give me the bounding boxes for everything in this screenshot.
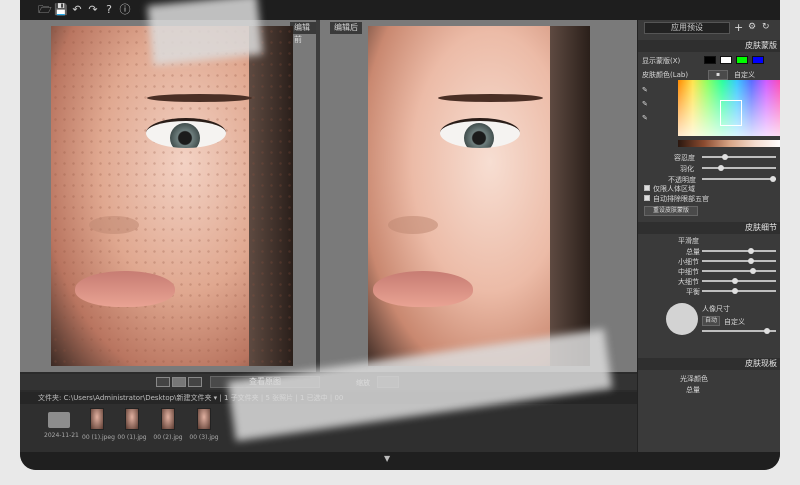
- overall-slider[interactable]: [702, 248, 776, 254]
- thumbnail-item[interactable]: 00 (3).jpg: [189, 408, 219, 448]
- opacity-slider[interactable]: [702, 176, 776, 182]
- eyedropper-icon[interactable]: ✎: [642, 86, 648, 94]
- skin-mask-header[interactable]: 皮肤蒙版: [638, 40, 780, 52]
- large-detail-slider[interactable]: [702, 278, 776, 284]
- body-only-checkbox[interactable]: [644, 185, 650, 191]
- toolbar: 🗁 💾 ↶ ↷ ? ⓘ: [20, 0, 780, 20]
- overall-label: 总量: [686, 248, 700, 256]
- hue-strip[interactable]: [678, 140, 780, 147]
- eyedropper-add-icon[interactable]: ✎: [642, 100, 648, 108]
- skin-tone-header[interactable]: 皮肤现板: [638, 358, 780, 370]
- portrait-size-indicator: [666, 303, 698, 335]
- smoothness-label: 平滑度: [678, 237, 699, 245]
- bottom-strip: ▼: [20, 452, 780, 470]
- thumbnail-label: 2024-11-21: [44, 432, 79, 439]
- help-icon[interactable]: ?: [102, 3, 116, 17]
- split-view-button[interactable]: [172, 377, 186, 387]
- feather-slider[interactable]: [702, 165, 776, 171]
- thumbnail-label: 00 (1).jpeg: [82, 434, 115, 441]
- picker-selection[interactable]: [720, 100, 742, 126]
- portrait-size-label: 人像尺寸: [702, 305, 730, 313]
- exclude-features-checkbox[interactable]: [644, 195, 650, 201]
- color-picker[interactable]: [678, 80, 780, 136]
- after-caption: 编辑后: [330, 22, 362, 34]
- open-icon[interactable]: 🗁: [38, 3, 52, 17]
- undo-icon[interactable]: ↶: [70, 3, 84, 17]
- small-detail-label: 小细节: [678, 258, 699, 266]
- show-mask-label: 显示蒙版(X): [642, 57, 681, 65]
- folder-icon: [48, 412, 70, 428]
- feather-label: 羽化: [680, 165, 694, 173]
- settings-icon[interactable]: ⚙: [748, 22, 756, 32]
- reset-mask-button[interactable]: 重设皮肤蒙版: [644, 206, 698, 216]
- tone-overall-label: 总量: [686, 386, 700, 394]
- save-icon[interactable]: 💾: [54, 3, 68, 17]
- custom-size-label: 自定义: [724, 318, 745, 326]
- before-caption: 编辑前: [290, 22, 316, 44]
- small-detail-slider[interactable]: [702, 258, 776, 264]
- thumbnail-item[interactable]: 00 (1).jpeg: [82, 408, 115, 448]
- thumbnail-label: 00 (1).jpg: [117, 434, 147, 441]
- thumbnail-item[interactable]: 00 (1).jpg: [117, 408, 147, 448]
- chevron-down-icon[interactable]: ▼: [384, 454, 390, 463]
- balance-label: 平衡: [686, 288, 700, 296]
- portrait-size-slider[interactable]: [702, 328, 776, 334]
- swatch-blue[interactable]: [752, 56, 764, 64]
- tolerance-slider[interactable]: [702, 154, 776, 160]
- body-only-label: 仅限人体区域: [653, 185, 695, 193]
- thumbnail-folder[interactable]: 2024-11-21: [44, 408, 79, 448]
- after-photo: [368, 26, 590, 366]
- thumbnail-label: 00 (3).jpg: [189, 434, 219, 441]
- skin-detail-header[interactable]: 皮肤细节: [638, 222, 780, 234]
- add-icon[interactable]: +: [734, 21, 743, 34]
- before-photo: [51, 26, 293, 366]
- exclude-features-label: 自动排除眼部五官: [653, 195, 709, 203]
- app-window: 🗁 💾 ↶ ↷ ? ⓘ 编辑前 编辑后 查看原图 缩放: [20, 0, 780, 470]
- thumbnail-item[interactable]: 00 (2).jpg: [153, 408, 183, 448]
- custom-label: 自定义: [734, 71, 755, 79]
- thumbnail-label: 00 (2).jpg: [153, 434, 183, 441]
- medium-detail-label: 中细节: [678, 268, 699, 276]
- medium-detail-slider[interactable]: [702, 268, 776, 274]
- large-detail-label: 大细节: [678, 278, 699, 286]
- swatch-green[interactable]: [736, 56, 748, 64]
- section-title: 皮肤蒙版: [745, 41, 777, 50]
- stacked-view-button[interactable]: [188, 377, 202, 387]
- info-icon[interactable]: ⓘ: [118, 3, 132, 17]
- eyedropper-remove-icon[interactable]: ✎: [642, 114, 648, 122]
- balance-slider[interactable]: [702, 288, 776, 294]
- settings-sidebar: 应用预设 + ⚙ ↻ 皮肤蒙版 显示蒙版(X) 皮肤颜色(Lab) ▪ 自定义 …: [637, 20, 780, 452]
- picker-button[interactable]: ▪: [708, 70, 728, 80]
- preset-select[interactable]: 应用预设: [644, 22, 730, 34]
- swatch-black[interactable]: [704, 56, 716, 64]
- swatch-white[interactable]: [720, 56, 732, 64]
- tolerance-label: 容忍度: [674, 154, 695, 162]
- redo-icon[interactable]: ↷: [86, 3, 100, 17]
- skin-color-label: 皮肤颜色(Lab): [642, 71, 689, 79]
- section-title: 皮肤细节: [745, 223, 777, 232]
- refresh-icon[interactable]: ↻: [762, 22, 770, 32]
- single-view-button[interactable]: [156, 377, 170, 387]
- blur-overlay: [147, 0, 263, 66]
- auto-size-button[interactable]: 自动: [702, 316, 720, 326]
- overlay-color-label: 光泽颜色: [680, 375, 708, 383]
- section-title: 皮肤现板: [745, 359, 777, 368]
